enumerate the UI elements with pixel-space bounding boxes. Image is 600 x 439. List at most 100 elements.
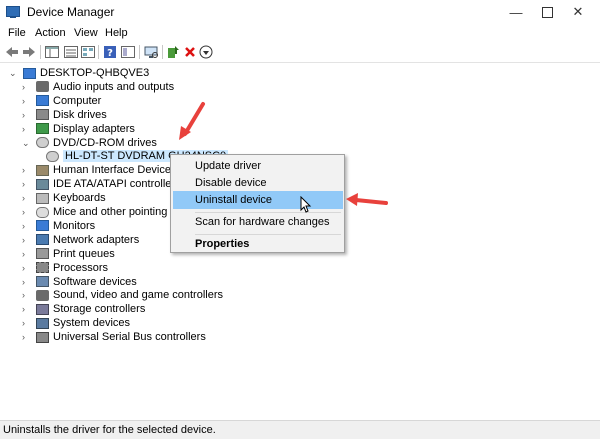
tree-item-label: DVD/CD-ROM drives	[53, 136, 157, 149]
tree-item-label: Network adapters	[53, 233, 140, 246]
svg-text:?: ?	[107, 48, 113, 59]
help-button[interactable]: ?	[102, 44, 118, 60]
back-arrow-icon	[6, 47, 18, 57]
tree-item-label: Keyboards	[53, 192, 106, 205]
expand-chevron-icon[interactable]: ›	[22, 194, 30, 203]
expand-chevron-icon[interactable]: ›	[22, 208, 30, 217]
system-device-icon	[36, 317, 49, 329]
uninstall-device-button[interactable]	[182, 44, 198, 60]
expand-chevron-icon[interactable]: ›	[22, 110, 30, 119]
usb-icon	[36, 331, 49, 343]
minimize-icon: —	[509, 4, 523, 20]
tree-category-item[interactable]: › Print queues	[22, 247, 115, 261]
tree-category-item[interactable]: › Human Interface Devices	[22, 163, 177, 177]
tree-category-item[interactable]: › Sound, video and game controllers	[22, 288, 223, 302]
hid-icon	[36, 164, 49, 176]
disk-drive-icon	[36, 109, 49, 121]
view-button[interactable]	[80, 44, 96, 60]
expand-chevron-icon[interactable]: ›	[22, 180, 30, 189]
tree-item-label: Monitors	[53, 219, 96, 232]
computer-icon	[23, 67, 36, 79]
tree-category-item[interactable]: › Computer	[22, 94, 101, 108]
details-view-button[interactable]	[63, 44, 79, 60]
tree-category-item[interactable]: › Software devices	[22, 275, 137, 289]
mouse-icon	[36, 206, 49, 218]
tree-category-item[interactable]: › Audio inputs and outputs	[22, 80, 174, 94]
tree-category-item[interactable]: › Processors	[22, 261, 108, 275]
scan-hardware-button[interactable]	[143, 44, 159, 60]
tree-root-label: DESKTOP-QHBQVE3	[40, 67, 150, 79]
close-icon: ✕	[572, 4, 584, 19]
collapse-chevron-icon[interactable]: ⌄	[9, 69, 17, 78]
menu-action[interactable]: Action	[35, 27, 66, 39]
printer-icon	[36, 248, 49, 260]
update-driver-button[interactable]	[165, 44, 181, 60]
tree-category-item[interactable]: › Disk drives	[22, 108, 107, 122]
expand-chevron-icon[interactable]: ›	[22, 96, 30, 105]
tree-item-label: System devices	[53, 317, 131, 330]
tree-category-item[interactable]: ⌄ DVD/CD-ROM drives	[22, 136, 157, 150]
maximize-icon	[541, 6, 553, 18]
disable-device-button[interactable]	[198, 44, 214, 60]
maximize-button[interactable]	[532, 0, 562, 24]
expand-chevron-icon[interactable]: ›	[22, 305, 30, 314]
expand-chevron-icon[interactable]: ›	[22, 235, 30, 244]
tree-root[interactable]: ⌄ DESKTOP-QHBQVE3	[9, 66, 149, 80]
tree-item-label: Computer	[53, 94, 102, 107]
toolbar: ?	[0, 42, 600, 63]
tree-category-item[interactable]: › Display adapters	[22, 122, 135, 136]
expand-chevron-icon[interactable]: ›	[22, 124, 30, 133]
back-button[interactable]	[4, 44, 20, 60]
console-tree-icon	[45, 46, 59, 58]
window-title: Device Manager	[27, 5, 115, 19]
update-driver-menu-item[interactable]: Update driver	[173, 157, 343, 175]
tree-item-label: Sound, video and game controllers	[53, 289, 223, 302]
uninstall-device-menu-item[interactable]: Uninstall device	[173, 191, 343, 209]
storage-controller-icon	[36, 303, 49, 315]
tree-category-item[interactable]: › Monitors	[22, 219, 95, 233]
annotation-arrow-icon	[346, 193, 388, 206]
tree-category-item[interactable]: › IDE ATA/ATAPI controllers	[22, 177, 181, 191]
show-hide-console-tree-button[interactable]	[44, 44, 60, 60]
menu-view[interactable]: View	[74, 27, 98, 39]
speaker-icon	[36, 289, 49, 301]
menu-file[interactable]: File	[8, 27, 26, 39]
properties-button[interactable]	[120, 44, 136, 60]
expand-chevron-icon[interactable]: ›	[22, 166, 30, 175]
tree-category-item[interactable]: › Universal Serial Bus controllers	[22, 330, 206, 344]
expand-chevron-icon[interactable]: ›	[22, 249, 30, 258]
mouse-cursor-icon	[300, 196, 312, 213]
forward-button[interactable]	[21, 44, 37, 60]
tree-category-item[interactable]: › Network adapters	[22, 233, 139, 247]
properties-menu-item[interactable]: Properties	[173, 235, 343, 253]
collapse-chevron-icon[interactable]: ⌄	[22, 138, 30, 147]
keyboard-icon	[36, 192, 49, 204]
tree-category-item[interactable]: › Storage controllers	[22, 302, 145, 316]
disable-device-menu-item[interactable]: Disable device	[173, 174, 343, 192]
tree-item-label: Audio inputs and outputs	[53, 80, 175, 93]
tree-category-item[interactable]: › System devices	[22, 316, 130, 330]
expand-chevron-icon[interactable]: ›	[22, 82, 30, 91]
close-button[interactable]: ✕	[563, 0, 593, 24]
tree-category-item[interactable]: › Keyboards	[22, 191, 106, 205]
expand-chevron-icon[interactable]: ›	[22, 277, 30, 286]
expand-chevron-icon[interactable]: ›	[22, 263, 30, 272]
context-menu: Update driver Disable device Uninstall d…	[170, 154, 345, 253]
list-view-icon	[81, 46, 95, 58]
expand-chevron-icon[interactable]: ›	[22, 333, 30, 342]
tree-item-label: Software devices	[53, 275, 137, 288]
red-x-icon	[185, 47, 195, 57]
minimize-button[interactable]: —	[501, 0, 531, 24]
expand-chevron-icon[interactable]: ›	[22, 291, 30, 300]
tree-item-label: Display adapters	[53, 122, 135, 135]
network-icon	[36, 234, 49, 246]
processor-icon	[36, 262, 49, 274]
details-icon	[64, 46, 78, 58]
software-device-icon	[36, 276, 49, 287]
menu-help[interactable]: Help	[105, 27, 128, 39]
tree-item-label: Universal Serial Bus controllers	[53, 331, 206, 344]
expand-chevron-icon[interactable]: ›	[22, 319, 30, 328]
scan-hardware-menu-item[interactable]: Scan for hardware changes	[173, 213, 343, 231]
expand-chevron-icon[interactable]: ›	[22, 221, 30, 230]
dvd-drive-icon	[46, 150, 59, 162]
